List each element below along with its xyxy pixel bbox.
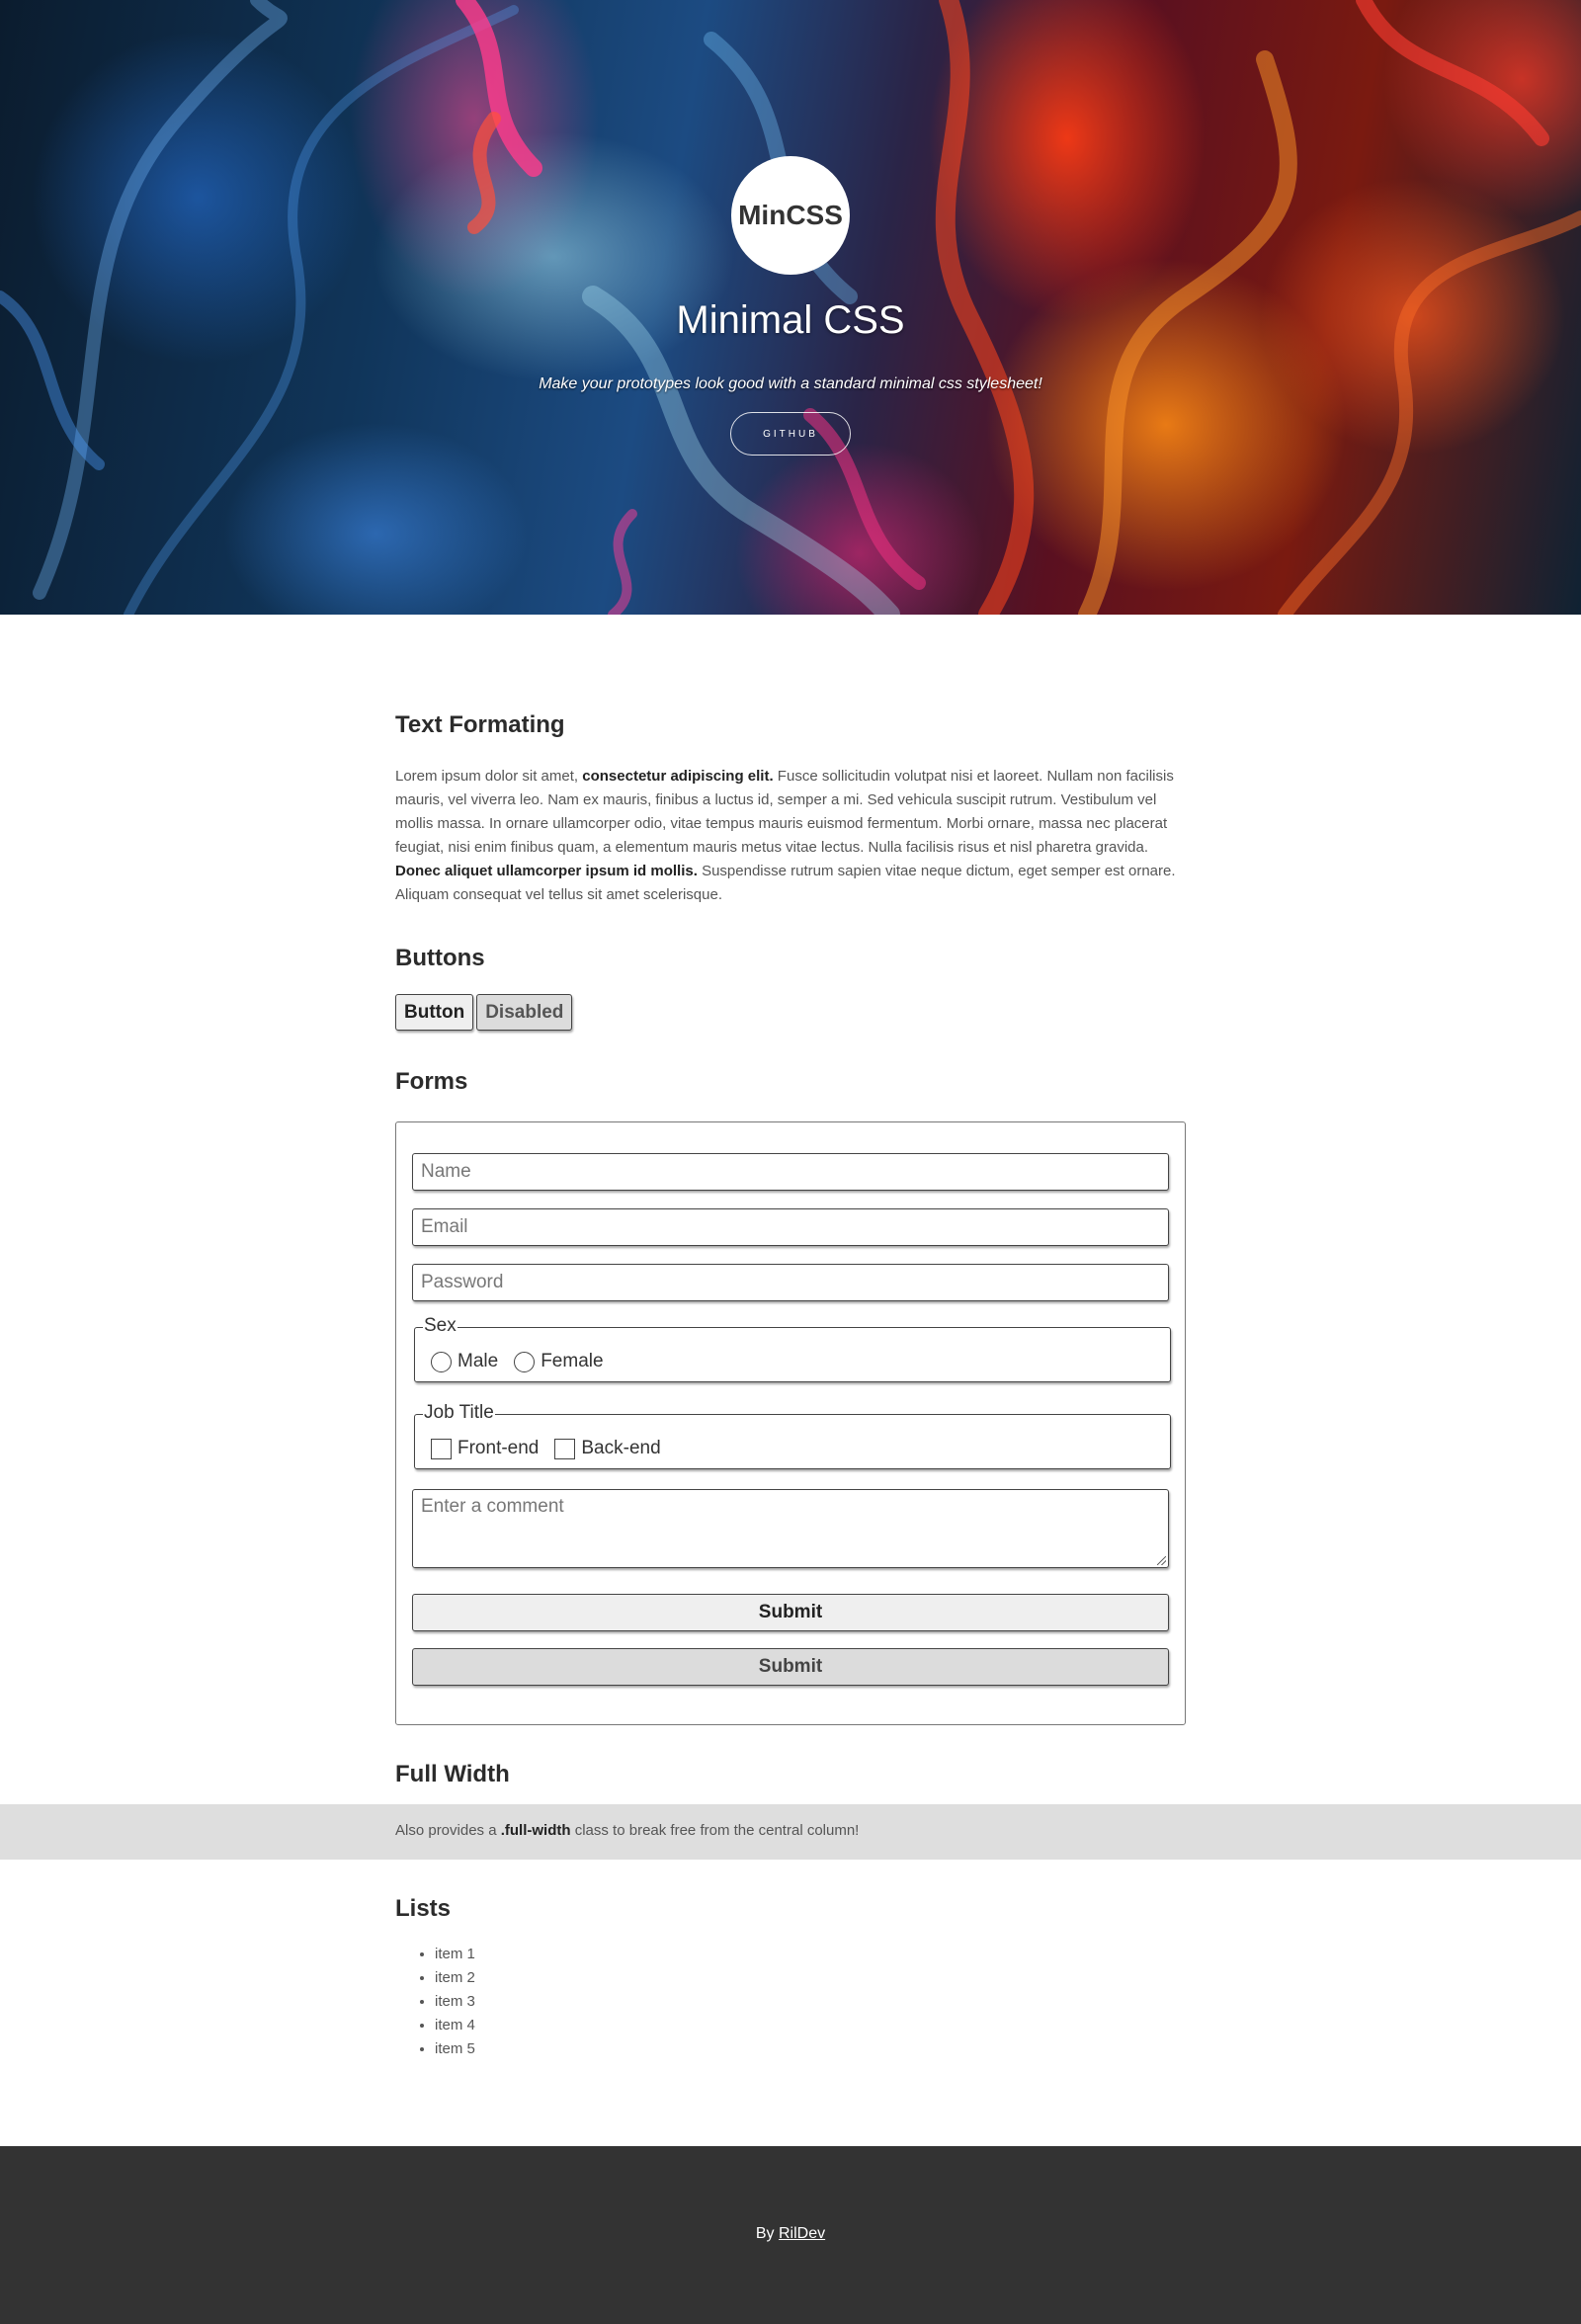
list-item: item 3: [435, 1990, 1186, 2014]
sex-legend: Sex: [423, 1315, 458, 1337]
main-column: Text Formating Lorem ipsum dolor sit ame…: [395, 615, 1186, 1788]
front-end-checkbox[interactable]: [431, 1438, 452, 1459]
full-width-text: Also provides a .full-width class to bre…: [395, 1822, 859, 1839]
full-width-text-before: Also provides a: [395, 1822, 501, 1839]
logo-badge: MinCSS: [731, 156, 850, 275]
disabled-button: Disabled: [476, 994, 573, 1031]
item-list: item 1 item 2 item 3 item 4 item 5: [395, 1943, 1186, 2061]
full-width-band: Also provides a .full-width class to bre…: [0, 1804, 1581, 1860]
hero-banner: MinCSS Minimal CSS Make your prototypes …: [0, 0, 1581, 615]
list-item: item 1: [435, 1943, 1186, 1966]
full-width-class-name: .full-width: [500, 1822, 571, 1839]
buttons-section: Buttons Button Disabled: [395, 945, 1186, 1031]
full-width-section: Full Width: [395, 1761, 1186, 1788]
submit-disabled-button: Submit: [412, 1648, 1169, 1686]
radio-option-male[interactable]: Male: [431, 1351, 498, 1372]
job-title-legend: Job Title: [423, 1402, 495, 1424]
sex-fieldset: Sex Male Female: [414, 1315, 1171, 1382]
comment-placeholder: Enter a comment: [421, 1496, 564, 1517]
button-row: Button Disabled: [395, 994, 1186, 1031]
list-item: item 2: [435, 1966, 1186, 1990]
front-end-label: Front-end: [458, 1438, 540, 1458]
list-item: item 5: [435, 2037, 1186, 2061]
male-label: Male: [458, 1351, 499, 1371]
comment-textarea[interactable]: Enter a comment: [412, 1489, 1169, 1568]
name-input[interactable]: Name: [412, 1153, 1169, 1191]
submit-button[interactable]: Submit: [412, 1594, 1169, 1631]
bold-phrase-2: Donec aliquet ullamcorper ipsum id molli…: [395, 863, 698, 879]
female-radio[interactable]: [514, 1351, 536, 1372]
back-end-checkbox[interactable]: [554, 1438, 576, 1459]
lists-heading: Lists: [395, 1895, 452, 1922]
full-width-text-after: class to break free from the central col…: [570, 1822, 860, 1839]
full-width-heading: Full Width: [395, 1761, 510, 1787]
site-subtitle: Make your prototypes look good with a st…: [539, 375, 1042, 392]
text-formatting-section: Text Formating Lorem ipsum dolor sit ame…: [395, 711, 1186, 907]
lorem-paragraph: Lorem ipsum dolor sit amet, consectetur …: [395, 765, 1186, 907]
job-title-fieldset: Job Title Front-end Back-end: [414, 1402, 1171, 1469]
text-formatting-heading: Text Formating: [395, 711, 565, 738]
github-button[interactable]: GITHUB: [730, 412, 851, 456]
email-input[interactable]: Email: [412, 1208, 1169, 1246]
footer-prefix: By: [755, 2225, 779, 2242]
logo-text: MinCSS: [738, 200, 843, 230]
site-title: Minimal CSS: [676, 298, 905, 342]
buttons-heading: Buttons: [395, 945, 485, 971]
forms-section: Forms Name Email Password Sex Male Femal…: [395, 1068, 1186, 1725]
lorem-part-1: Lorem ipsum dolor sit amet,: [395, 768, 583, 785]
resize-handle-icon[interactable]: [1157, 1556, 1166, 1565]
radio-option-female[interactable]: Female: [514, 1351, 604, 1372]
forms-heading: Forms: [395, 1068, 468, 1095]
bold-phrase-1: consectetur adipiscing elit.: [582, 768, 774, 785]
back-end-label: Back-end: [581, 1438, 661, 1458]
demo-button[interactable]: Button: [395, 994, 474, 1031]
checkbox-option-front-end[interactable]: Front-end: [431, 1438, 539, 1459]
demo-form: Name Email Password Sex Male Female Job …: [395, 1121, 1186, 1725]
lists-section: Lists item 1 item 2 item 3 item 4 item 5: [395, 1895, 1186, 2061]
male-radio[interactable]: [431, 1351, 452, 1372]
female-label: Female: [541, 1351, 604, 1371]
list-item: item 4: [435, 2014, 1186, 2037]
checkbox-option-back-end[interactable]: Back-end: [554, 1438, 661, 1459]
password-input[interactable]: Password: [412, 1264, 1169, 1301]
author-link[interactable]: RilDev: [779, 2225, 825, 2242]
page-footer: By RilDev: [0, 2146, 1581, 2324]
